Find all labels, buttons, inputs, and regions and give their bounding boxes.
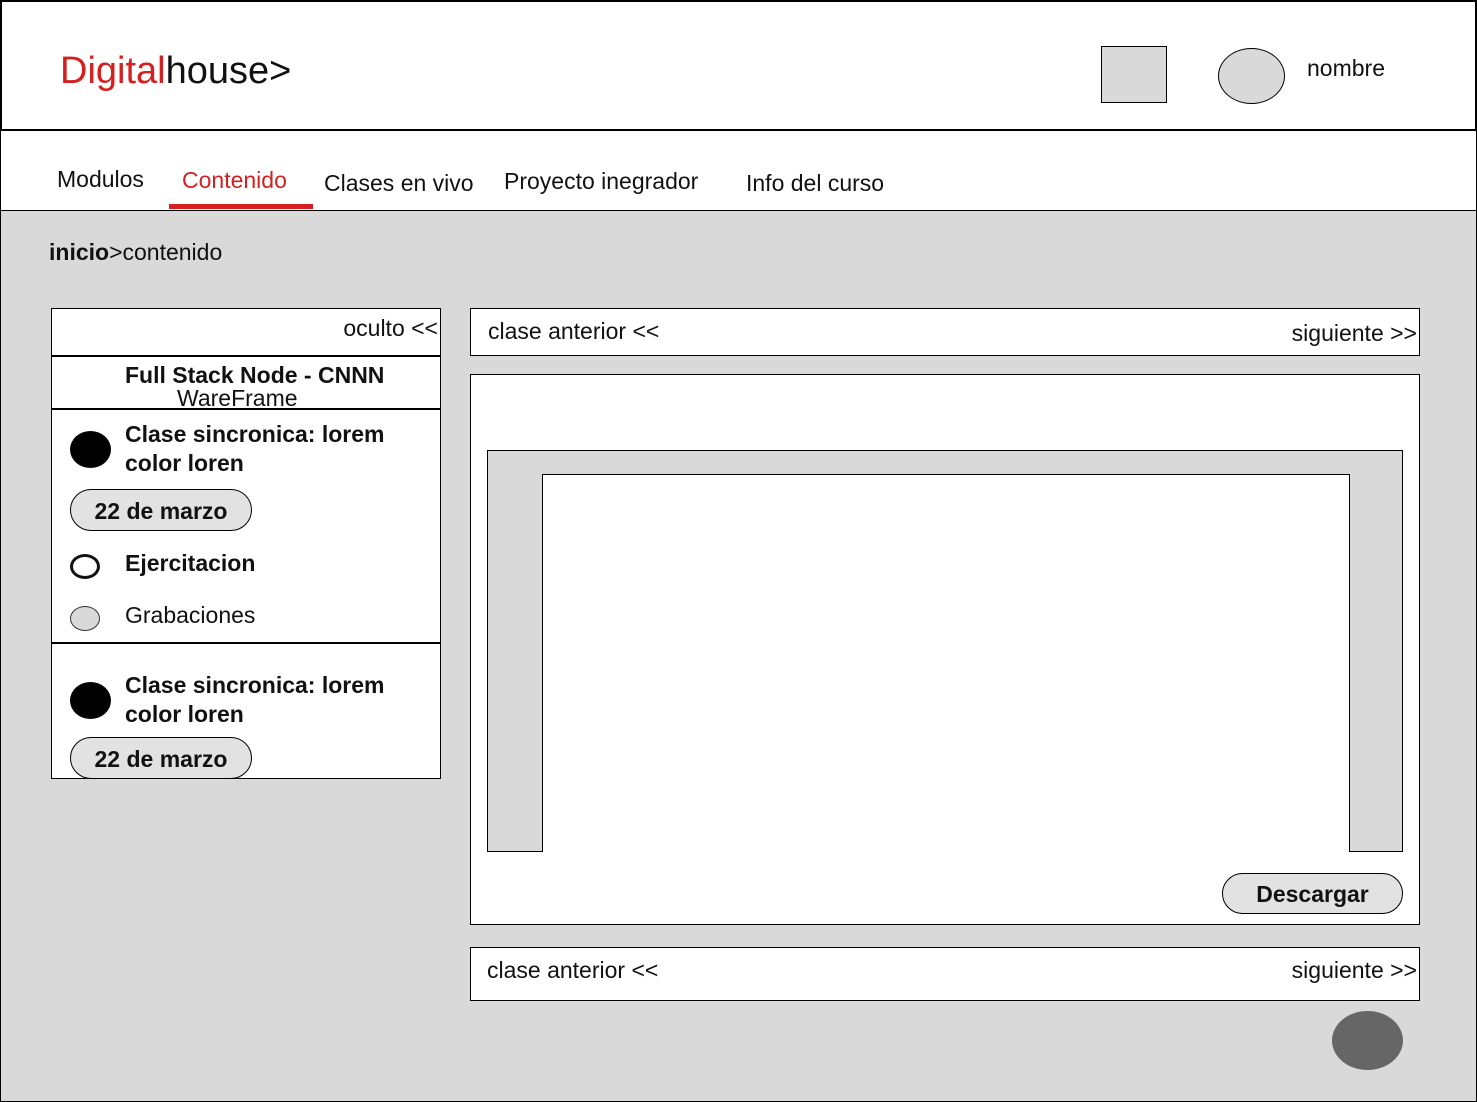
pager-top: clase anterior << siguiente >> — [470, 308, 1420, 356]
breadcrumb-current: contenido — [122, 239, 223, 265]
active-tab-indicator — [169, 204, 313, 209]
logo-house: house> — [165, 50, 292, 92]
breadcrumb-root[interactable]: inicio — [49, 239, 109, 265]
user-name[interactable]: nombre — [1307, 55, 1385, 82]
content-area: inicio>contenido oculto << Full Stack No… — [0, 211, 1477, 1102]
class-title-1-line2: color loren — [125, 450, 244, 476]
logo-digital: Digital — [60, 50, 166, 92]
top-header: Digitalhouse> nombre — [0, 0, 1477, 131]
sidebar-hide-toggle[interactable]: oculto << — [343, 315, 438, 342]
content-viewer: Descargar — [470, 374, 1420, 925]
tab-modulos[interactable]: Modulos — [57, 166, 144, 193]
floating-action-button[interactable] — [1332, 1011, 1403, 1070]
download-button[interactable]: Descargar — [1222, 873, 1403, 914]
document-frame — [487, 450, 1403, 852]
notifications-placeholder[interactable] — [1101, 46, 1167, 103]
next-class-link[interactable]: siguiente >> — [1292, 957, 1417, 984]
pager-bottom: clase anterior << siguiente >> — [470, 947, 1420, 1001]
next-class-link[interactable]: siguiente >> — [1292, 320, 1417, 347]
prev-class-link[interactable]: clase anterior << — [487, 957, 658, 984]
class-date-badge-1[interactable]: 22 de marzo — [70, 489, 252, 531]
sidebar-item-ejercitacion[interactable]: Ejercitacion — [125, 549, 255, 578]
main-nav: Modulos Contenido Clases en vivo Proyect… — [0, 131, 1477, 211]
class-title-1-line1: Clase sincronica: lorem — [125, 421, 385, 447]
class-title-2-line2: color loren — [125, 701, 244, 727]
tab-proyecto-integrador[interactable]: Proyecto inegrador — [504, 168, 698, 195]
class-title-2-line1: Clase sincronica: lorem — [125, 672, 385, 698]
exercise-status-icon — [70, 554, 100, 579]
tab-contenido[interactable]: Contenido — [182, 167, 287, 194]
class-title-1[interactable]: Clase sincronica: lorem color loren — [125, 420, 385, 478]
class-status-filled-icon — [70, 431, 111, 468]
tab-clases-en-vivo[interactable]: Clases en vivo — [324, 170, 474, 197]
breadcrumb: inicio>contenido — [49, 239, 222, 266]
class-date-badge-2[interactable]: 22 de marzo — [70, 737, 252, 779]
tab-info-del-curso[interactable]: Info del curso — [746, 170, 884, 197]
divider — [52, 408, 440, 410]
document-page[interactable] — [542, 474, 1350, 852]
divider — [52, 355, 440, 357]
prev-class-link[interactable]: clase anterior << — [488, 318, 659, 345]
breadcrumb-separator: > — [109, 239, 123, 265]
logo[interactable]: Digitalhouse> — [60, 50, 291, 93]
sidebar-item-grabaciones[interactable]: Grabaciones — [125, 601, 255, 630]
class-status-filled-icon — [70, 682, 111, 719]
class-title-2[interactable]: Clase sincronica: lorem color loren — [125, 671, 385, 729]
recordings-status-icon — [70, 606, 100, 631]
avatar[interactable] — [1218, 48, 1285, 104]
course-sidebar: oculto << Full Stack Node - CNNN WareFra… — [51, 308, 441, 779]
divider — [52, 642, 440, 644]
